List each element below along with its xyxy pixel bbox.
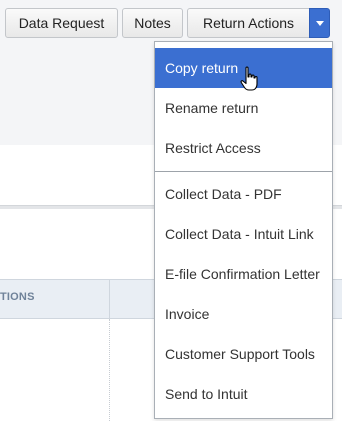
hand-pointer-icon <box>240 66 258 91</box>
notes-button[interactable]: Notes <box>122 8 183 38</box>
menu-item-restrict-access[interactable]: Restrict Access <box>155 128 332 168</box>
menu-separator <box>155 171 332 172</box>
data-request-button[interactable]: Data Request <box>5 8 118 38</box>
menu-item-customer-support-tools[interactable]: Customer Support Tools <box>155 334 332 374</box>
menu-item-send-to-intuit[interactable]: Send to Intuit <box>155 374 332 414</box>
table-column-rule <box>109 319 110 421</box>
menu-item-rename-return[interactable]: Rename return <box>155 88 332 128</box>
menu-item-collect-data-intuit-link[interactable]: Collect Data - Intuit Link <box>155 214 332 254</box>
table-column-header-actions: TIONS <box>0 291 35 303</box>
return-actions-dropdown-toggle[interactable] <box>309 8 330 38</box>
menu-item-invoice[interactable]: Invoice <box>155 294 332 334</box>
return-actions-button[interactable]: Return Actions <box>187 8 310 38</box>
return-actions-menu: Copy return Rename return Restrict Acces… <box>154 41 333 419</box>
screen: TIONS Data Request Notes Return Actions … <box>0 0 342 421</box>
caret-down-icon <box>316 21 324 26</box>
menu-item-collect-data-pdf[interactable]: Collect Data - PDF <box>155 174 332 214</box>
menu-item-efile-confirmation-letter[interactable]: E-file Confirmation Letter <box>155 254 332 294</box>
table-column-divider <box>109 279 110 319</box>
